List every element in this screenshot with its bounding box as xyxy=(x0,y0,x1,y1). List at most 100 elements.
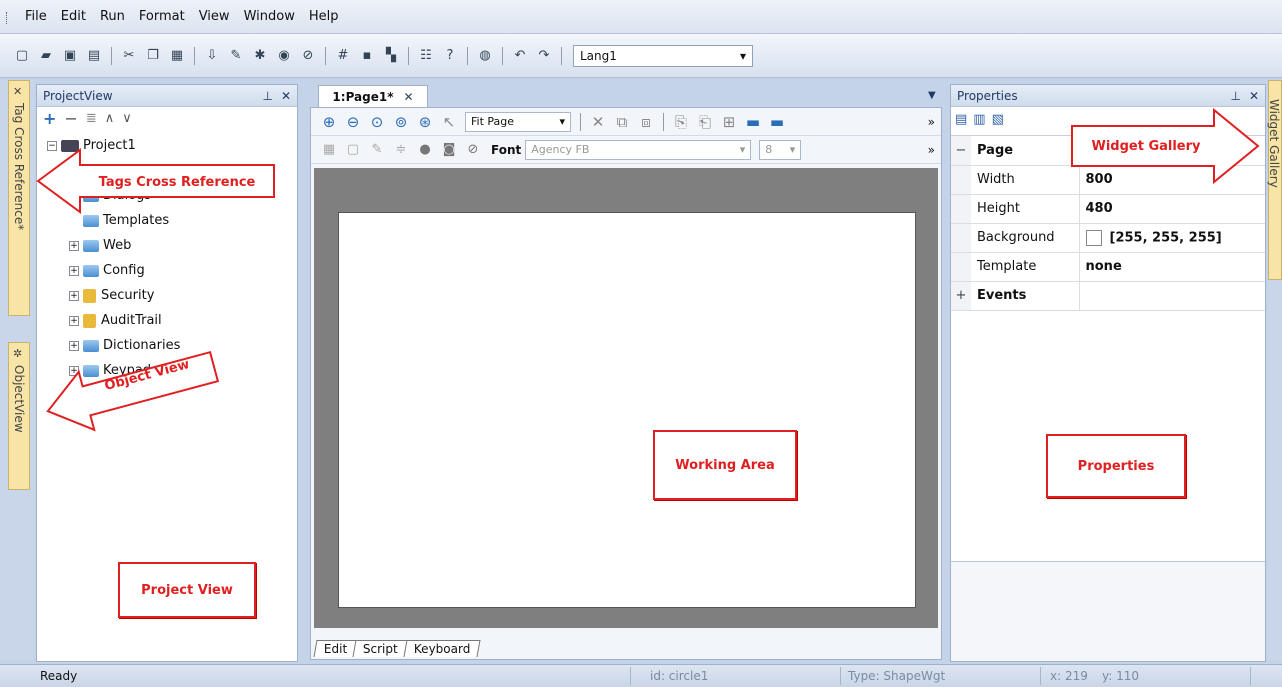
collapse-icon[interactable]: − xyxy=(951,136,971,166)
status-divider xyxy=(630,667,631,685)
expand-icon[interactable]: + xyxy=(951,281,971,311)
expand-icon[interactable]: + xyxy=(69,265,79,276)
property-row[interactable]: Template none xyxy=(951,252,1265,282)
paste-icon[interactable]: ▦ xyxy=(167,46,187,66)
menu-run[interactable]: Run xyxy=(93,9,132,24)
expand-icon[interactable]: + xyxy=(69,290,79,301)
expand-icon[interactable]: + xyxy=(69,315,79,326)
color-swatch[interactable] xyxy=(1085,229,1102,246)
bring-forward-icon[interactable]: ⎘ xyxy=(671,112,691,132)
grid-icon[interactable]: # xyxy=(333,46,353,66)
menu-view[interactable]: View xyxy=(192,9,237,24)
font-select[interactable]: Agency FB ▾ xyxy=(525,139,752,160)
delete-icon[interactable]: ✕ xyxy=(588,112,608,132)
collapse-icon[interactable]: − xyxy=(47,140,57,151)
property-value[interactable]: 480 xyxy=(1079,194,1265,224)
property-value[interactable] xyxy=(1079,281,1265,311)
undo-icon[interactable]: ↶ xyxy=(510,46,530,66)
menu-format[interactable]: Format xyxy=(132,9,192,24)
close-icon[interactable]: ✕ xyxy=(404,90,414,104)
property-value[interactable]: [255, 255, 255] xyxy=(1079,223,1265,253)
cut-icon[interactable]: ✂ xyxy=(119,46,139,66)
open-folder-icon[interactable]: ▰ xyxy=(36,46,56,66)
more-tools-icon[interactable]: » xyxy=(928,143,935,157)
lock-icon xyxy=(83,288,96,303)
pin-icon[interactable]: ⊥ xyxy=(262,89,272,103)
info-icon[interactable]: ● xyxy=(415,140,435,160)
save-all-icon[interactable]: ▤ xyxy=(84,46,104,66)
menu-edit[interactable]: Edit xyxy=(54,9,93,24)
tree-item[interactable]: + AuditTrail xyxy=(47,308,297,333)
move-down-icon[interactable]: ∨ xyxy=(122,111,132,126)
table-icon[interactable]: ▦ xyxy=(319,140,339,160)
move-up-icon[interactable]: ∧ xyxy=(105,111,115,126)
right-side-tabs: Widget Gallery xyxy=(1267,80,1282,660)
list-icon[interactable]: ≣ xyxy=(86,111,97,126)
zoom-select[interactable]: Fit Page ▾ xyxy=(465,111,571,132)
no-style-icon[interactable]: ⊘ xyxy=(463,140,483,160)
help-icon[interactable]: ? xyxy=(440,46,460,66)
ungroup-icon[interactable]: ⧈ xyxy=(636,112,656,132)
tab-edit[interactable]: Edit xyxy=(313,640,358,657)
menu-window[interactable]: Window xyxy=(237,9,302,24)
property-pages-icon[interactable]: ▧ xyxy=(992,112,1004,127)
pointer-icon[interactable]: ↖ xyxy=(439,112,459,132)
align-icon[interactable]: ⊞ xyxy=(719,112,739,132)
more-tools-icon[interactable]: » xyxy=(928,115,935,129)
close-icon[interactable]: ✕ xyxy=(1249,89,1259,103)
tab-keyboard[interactable]: Keyboard xyxy=(403,640,481,657)
page-canvas[interactable] xyxy=(338,212,916,608)
tab-tag-cross-reference[interactable]: ✕ Tag Cross Reference* xyxy=(8,80,30,316)
zoom-reset-icon[interactable]: ⊚ xyxy=(391,112,411,132)
shape-icon[interactable]: ▢ xyxy=(343,140,363,160)
zoom-area-icon[interactable]: ⊛ xyxy=(415,112,435,132)
edit-icon[interactable]: ✎ xyxy=(226,46,246,66)
categorized-icon[interactable]: ▤ xyxy=(955,112,967,127)
redo-icon[interactable]: ↷ xyxy=(534,46,554,66)
tab-list-dropdown-icon[interactable]: ▼ xyxy=(928,90,936,101)
copy-icon[interactable]: ❐ xyxy=(143,46,163,66)
layout-icon[interactable]: ▚ xyxy=(381,46,401,66)
run-icon[interactable]: ◉ xyxy=(274,46,294,66)
property-row[interactable]: + Events xyxy=(951,281,1265,311)
close-icon[interactable]: ✕ xyxy=(281,89,291,103)
tree-item[interactable]: + Security xyxy=(47,283,297,308)
image-icon[interactable]: ◙ xyxy=(439,140,459,160)
add-icon[interactable]: + xyxy=(43,109,56,128)
tree-item[interactable]: + Web xyxy=(47,233,297,258)
bug-icon[interactable]: ✱ xyxy=(250,46,270,66)
alphabetical-icon[interactable]: ▥ xyxy=(973,112,985,127)
properties-icon[interactable]: ☷ xyxy=(416,46,436,66)
group-icon[interactable]: ⧉ xyxy=(612,112,632,132)
tab-object-view[interactable]: ✲ ObjectView xyxy=(8,342,30,490)
remove-icon[interactable]: − xyxy=(64,109,77,128)
tab-widget-gallery[interactable]: Widget Gallery xyxy=(1267,80,1282,280)
tab-page1[interactable]: 1:Page1* ✕ xyxy=(318,85,428,107)
zoom-out-icon[interactable]: ⊖ xyxy=(343,112,363,132)
download-icon[interactable]: ⇩ xyxy=(202,46,222,66)
new-file-icon[interactable]: ▢ xyxy=(12,46,32,66)
line-icon[interactable]: ≑ xyxy=(391,140,411,160)
pin-icon[interactable]: ⊥ xyxy=(1230,89,1240,103)
property-row[interactable]: Height 480 xyxy=(951,194,1265,224)
tab-script[interactable]: Script xyxy=(352,640,409,657)
zoom-select-value: Fit Page xyxy=(471,115,515,128)
fill-icon[interactable]: ✎ xyxy=(367,140,387,160)
property-row[interactable]: Background [255, 255, 255] xyxy=(951,223,1265,253)
zoom-in-icon[interactable]: ⊕ xyxy=(319,112,339,132)
zoom-fit-icon[interactable]: ⊙ xyxy=(367,112,387,132)
globe-icon[interactable]: ◍ xyxy=(475,46,495,66)
menu-help[interactable]: Help xyxy=(302,9,346,24)
property-value[interactable]: none xyxy=(1079,252,1265,282)
save-icon[interactable]: ▣ xyxy=(60,46,80,66)
language-select[interactable]: Lang1 ▾ xyxy=(573,44,753,67)
layer-down-icon[interactable]: ▬ xyxy=(767,112,787,132)
snap-icon[interactable]: ▪ xyxy=(357,46,377,66)
tree-item[interactable]: + Config xyxy=(47,258,297,283)
stop-icon[interactable]: ⊘ xyxy=(298,46,318,66)
menu-file[interactable]: File xyxy=(18,9,54,24)
layer-up-icon[interactable]: ▬ xyxy=(743,112,763,132)
expand-icon[interactable]: + xyxy=(69,240,79,251)
send-backward-icon[interactable]: ⎗ xyxy=(695,112,715,132)
font-size-select[interactable]: 8 ▾ xyxy=(759,139,802,160)
